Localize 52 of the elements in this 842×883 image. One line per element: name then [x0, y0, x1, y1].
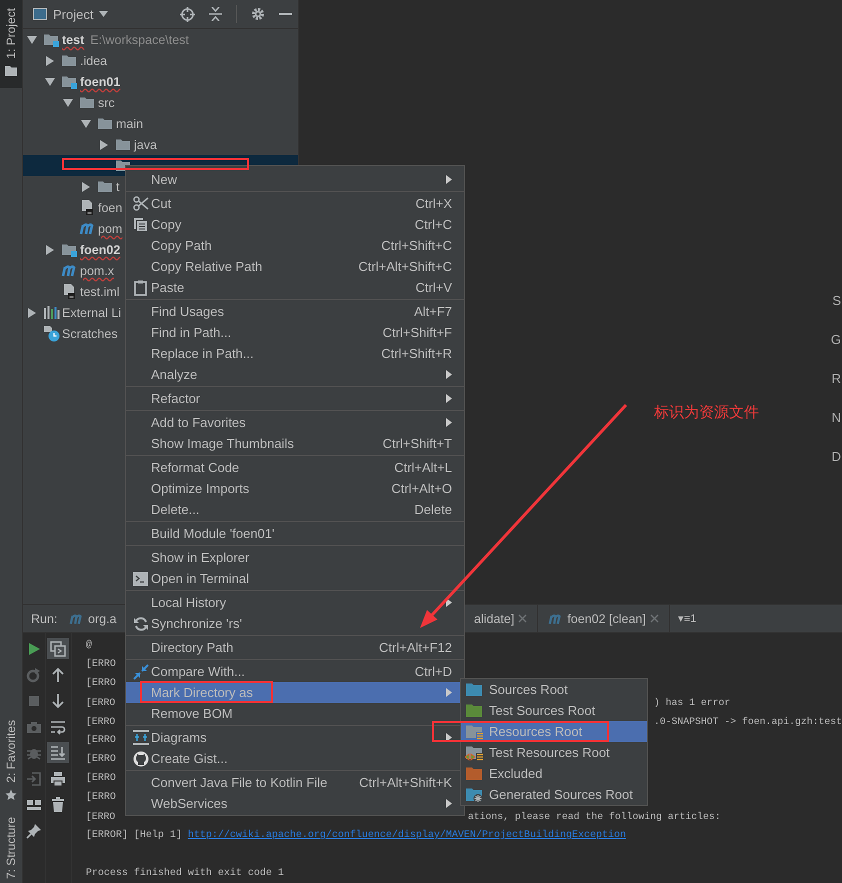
editor-hint-text: R [832, 371, 841, 388]
editor-hint-text: N [832, 410, 841, 427]
console-line: [ERROR] [Help 1] http://cwiki.apache.org/confluence/display/MAVEN/ProjectBuildingException [86, 828, 626, 843]
shortcut-text: Alt+F7 [414, 304, 452, 319]
tree-label: foen02 [80, 242, 120, 258]
tree-label: foen [98, 200, 122, 214]
tree-label: .idea [80, 54, 108, 68]
shortcut-text: Delete [414, 502, 452, 517]
shortcut-text: Ctrl+Alt+F12 [379, 640, 452, 655]
path-hint: E:\workspace\test [90, 32, 189, 46]
shortcut-text: Ctrl+Shift+F [382, 325, 452, 340]
console-text: .0-SNAPSHOT -> foen.api.gzh:test [654, 715, 842, 729]
tree-label: main [116, 116, 144, 130]
tree-label: test.iml [80, 284, 120, 298]
shortcut-text: Ctrl+Shift+T [382, 436, 452, 451]
console-text: ) has 1 error [654, 696, 730, 710]
console-text: [ERRO [86, 810, 116, 824]
console-line: [ERRO [86, 676, 116, 691]
annotation-text: 标识为资源文件 [654, 403, 759, 422]
tree-label: Scratches [62, 326, 118, 340]
tree-label: External Li [62, 306, 122, 320]
console-line: [ERRO [86, 772, 116, 786]
shortcut-text: Ctrl+Alt+Shift+C [358, 259, 452, 274]
tree-label: pom.x [80, 264, 114, 280]
run-label: Run: [30, 612, 58, 626]
shortcut-text: Ctrl+Shift+R [381, 346, 452, 361]
shortcut-text: Ctrl+C [414, 217, 452, 232]
tree-label: pom [98, 222, 122, 238]
shortcut-text: Ctrl+V [416, 280, 452, 295]
console-line: @ [86, 638, 92, 653]
tree-label: java [134, 138, 157, 152]
console-line: [ERRO [86, 790, 116, 805]
editor-hint-text: S [832, 293, 841, 310]
shortcut-text: Ctrl+Shift+C [381, 238, 452, 253]
editor-hint-text: G [830, 332, 841, 349]
console-line: [ERRO [86, 658, 116, 672]
tree-label: test [62, 32, 84, 48]
shortcut-text: Ctrl+Alt+O [391, 481, 452, 496]
console-text: [ERRO [86, 696, 116, 710]
tree-label: foen01 [80, 74, 120, 90]
shortcut-text: Ctrl+D [414, 664, 452, 679]
shortcut-text: Ctrl+X [416, 196, 452, 211]
shortcut-text: Ctrl+Alt+Shift+K [359, 775, 452, 790]
console-line: [ERRO [86, 734, 116, 748]
console-text: ations, please read the following articles: [468, 810, 721, 824]
editor-hint-text: D [832, 449, 841, 466]
console-line: [ERRO [86, 752, 116, 767]
shortcut-text: Ctrl+Alt+L [394, 460, 452, 475]
tree-label: src [98, 96, 115, 110]
console-text: [ERRO [86, 715, 116, 729]
tree-label: t [116, 180, 120, 194]
console-line: Process finished with exit code 1 [86, 866, 284, 881]
